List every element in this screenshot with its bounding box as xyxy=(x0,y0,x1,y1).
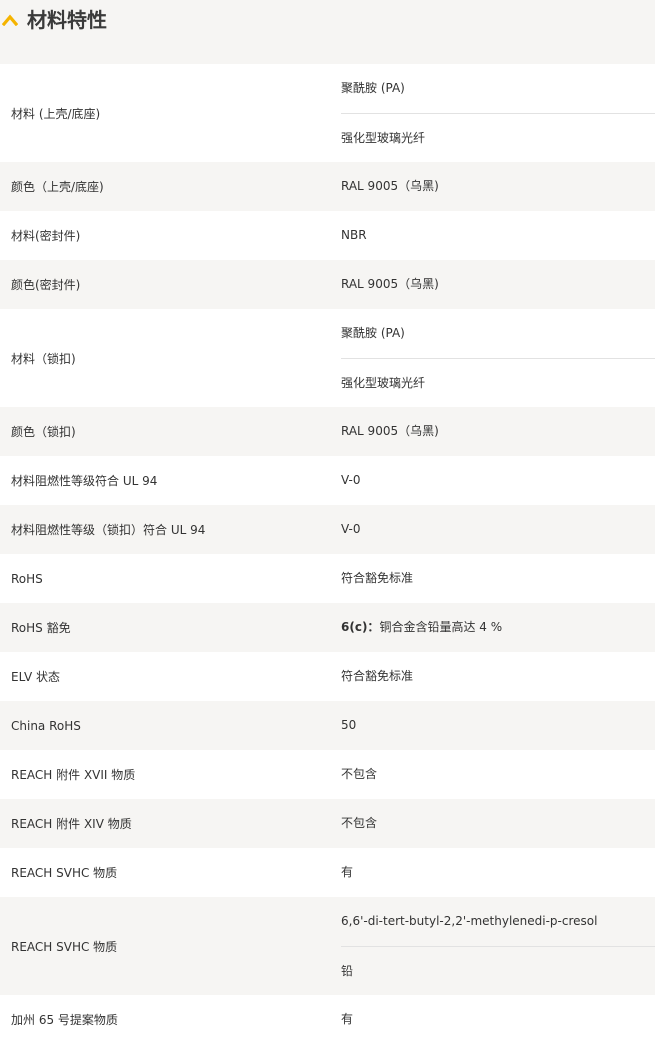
property-values: 有 xyxy=(341,995,655,1044)
property-values: 50 xyxy=(341,701,655,750)
property-value: 聚酰胺 (PA) xyxy=(341,326,405,340)
property-value: 50 xyxy=(341,718,357,732)
property-label: REACH 附件 XIV 物质 xyxy=(11,817,132,831)
property-row: 材料 (上壳/底座) 聚酰胺 (PA) 强化型玻璃光纤 xyxy=(0,64,655,162)
property-value: 有 xyxy=(341,1012,354,1026)
property-value: RAL 9005（乌黑) xyxy=(341,277,439,291)
property-row: 颜色（锁扣) RAL 9005（乌黑) xyxy=(0,407,655,456)
property-values: V-0 xyxy=(341,505,655,554)
property-values: 符合豁免标准 xyxy=(341,554,655,603)
property-label: 颜色（上壳/底座) xyxy=(11,180,104,194)
property-row: RoHS 豁免 6(c)：铜合金含铅量高达 4 % xyxy=(0,603,655,652)
property-values: NBR xyxy=(341,211,655,260)
property-values: 不包含 xyxy=(341,799,655,848)
property-label: 材料阻燃性等级符合 UL 94 xyxy=(11,474,158,488)
property-label: 颜色（锁扣) xyxy=(11,425,76,439)
property-value: RAL 9005（乌黑) xyxy=(341,179,439,193)
property-value: 不包含 xyxy=(341,816,378,830)
property-label: ELV 状态 xyxy=(11,670,60,684)
exemption-code: 6(c)： xyxy=(341,620,380,634)
property-value: 强化型玻璃光纤 xyxy=(341,358,655,407)
property-label: 材料（锁扣) xyxy=(11,351,76,366)
property-row: REACH SVHC 物质 6,6'-di-tert-butyl-2,2'-met… xyxy=(0,897,655,995)
property-label: 材料(密封件) xyxy=(11,229,81,243)
exemption-text: 铜合金含铅量高达 4 % xyxy=(379,620,503,634)
property-row: 材料(密封件) NBR xyxy=(0,211,655,260)
property-value: 铅 xyxy=(341,946,655,995)
section-header[interactable]: 材料特性 xyxy=(0,0,655,64)
property-label: REACH SVHC 物质 xyxy=(11,866,118,880)
property-row: 颜色(密封件) RAL 9005（乌黑) xyxy=(0,260,655,309)
section-title: 材料特性 xyxy=(27,8,107,32)
property-row: China RoHS 50 xyxy=(0,701,655,750)
property-values: 6,6'-di-tert-butyl-2,2'-methylenedi-p-cr… xyxy=(341,897,655,995)
property-label: 加州 65 号提案物质 xyxy=(11,1013,118,1027)
property-value: NBR xyxy=(341,228,367,242)
property-label: REACH SVHC 物质 xyxy=(11,939,118,954)
property-value: 有 xyxy=(341,865,354,879)
property-value: 聚酰胺 (PA) xyxy=(341,81,405,95)
property-label: 材料 (上壳/底座) xyxy=(11,106,101,121)
property-label: 颜色(密封件) xyxy=(11,278,81,292)
property-row: 颜色（上壳/底座) RAL 9005（乌黑) xyxy=(0,162,655,211)
property-value: V-0 xyxy=(341,473,361,487)
properties-table: 材料 (上壳/底座) 聚酰胺 (PA) 强化型玻璃光纤 颜色（上壳/底座) RAL 90… xyxy=(0,64,655,1044)
property-value: 不包含 xyxy=(341,767,378,781)
property-value: 强化型玻璃光纤 xyxy=(341,113,655,162)
property-value: RAL 9005（乌黑) xyxy=(341,424,439,438)
property-row: RoHS 符合豁免标准 xyxy=(0,554,655,603)
property-label: China RoHS xyxy=(11,718,81,733)
property-value: 6(c)：铜合金含铅量高达 4 % xyxy=(341,603,655,652)
property-values: 6(c)：铜合金含铅量高达 4 % xyxy=(341,603,655,652)
property-values: 有 xyxy=(341,848,655,897)
property-label: RoHS 豁免 xyxy=(11,621,71,635)
property-values: 不包含 xyxy=(341,750,655,799)
property-values: 聚酰胺 (PA) 强化型玻璃光纤 xyxy=(341,309,655,407)
property-label: RoHS xyxy=(11,571,43,586)
property-row: REACH 附件 XIV 物质 不包含 xyxy=(0,799,655,848)
property-row: 材料（锁扣) 聚酰胺 (PA) 强化型玻璃光纤 xyxy=(0,309,655,407)
property-values: 符合豁免标准 xyxy=(341,652,655,701)
property-row: REACH SVHC 物质 有 xyxy=(0,848,655,897)
property-label: REACH 附件 XVII 物质 xyxy=(11,768,136,782)
property-values: RAL 9005（乌黑) xyxy=(341,260,655,309)
property-values: RAL 9005（乌黑) xyxy=(341,407,655,456)
property-label: 材料阻燃性等级（锁扣）符合 UL 94 xyxy=(11,523,206,537)
property-row: 加州 65 号提案物质 有 xyxy=(0,995,655,1044)
property-row: ELV 状态 符合豁免标准 xyxy=(0,652,655,701)
property-value: 符合豁免标准 xyxy=(341,669,414,683)
property-values: RAL 9005（乌黑) xyxy=(341,162,655,211)
property-value: 符合豁免标准 xyxy=(341,571,414,585)
property-value: 6,6'-di-tert-butyl-2,2'-methylenedi-p-cr… xyxy=(341,914,598,928)
property-row: REACH 附件 XVII 物质 不包含 xyxy=(0,750,655,799)
property-values: 聚酰胺 (PA) 强化型玻璃光纤 xyxy=(341,64,655,162)
property-row: 材料阻燃性等级符合 UL 94 V-0 xyxy=(0,456,655,505)
property-row: 材料阻燃性等级（锁扣）符合 UL 94 V-0 xyxy=(0,505,655,554)
property-value: V-0 xyxy=(341,522,361,536)
chevron-up-icon[interactable] xyxy=(2,14,18,26)
property-values: V-0 xyxy=(341,456,655,505)
